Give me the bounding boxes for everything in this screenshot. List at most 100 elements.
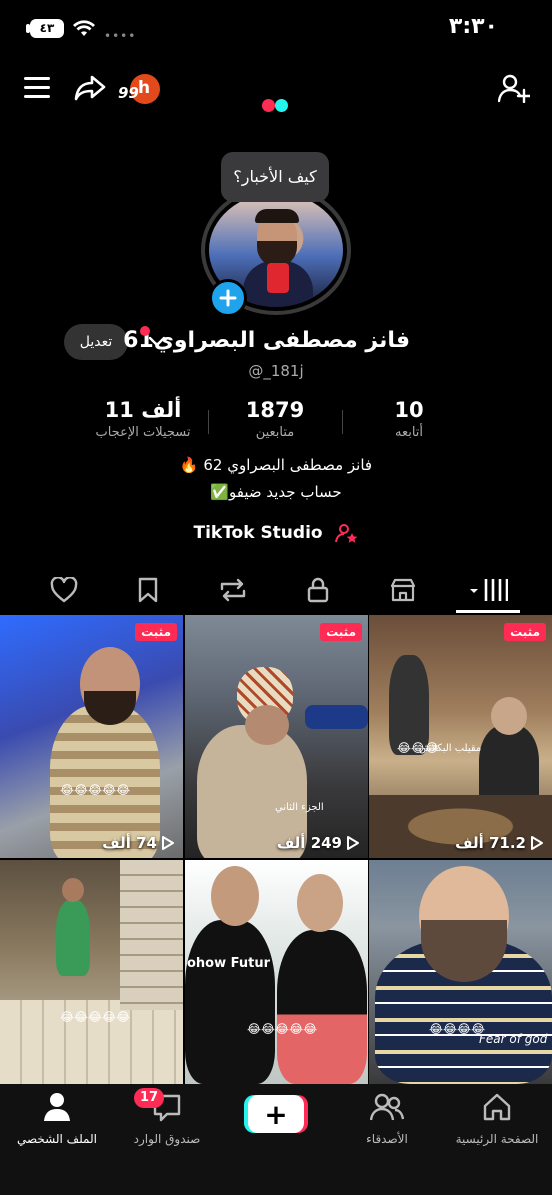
nav-label: الملف الشخصي (17, 1132, 97, 1146)
nav-home[interactable]: الصفحة الرئيسية (442, 1092, 552, 1146)
stat-value: 11 ألف (104, 398, 182, 422)
display-name: فانز مصطفى البصراوي61 (123, 328, 410, 353)
video-grid: 😂😂😂😂😂 مثبت 74 ألف الجزء الثاني مثبت 249 … (0, 615, 552, 1084)
grid-icon (470, 579, 508, 601)
studio-user-icon (334, 524, 357, 543)
tab-shop[interactable] (383, 574, 423, 606)
notification-dot (140, 326, 150, 336)
tab-saved[interactable] (128, 574, 168, 606)
thumbnail-face (245, 705, 289, 745)
overlay-text: مقيلب البكلاش (419, 743, 482, 754)
video-thumbnail[interactable]: الجزء الثاني مثبت 249 ألف (185, 615, 368, 858)
thumbnail-head (62, 878, 84, 902)
thumbnail-head (211, 866, 259, 926)
play-icon (531, 836, 543, 850)
thumbnail-head (491, 697, 527, 735)
thumbnail-figure (389, 655, 429, 755)
view-count: 74 ألف (102, 834, 175, 852)
shop-icon (390, 578, 416, 602)
share-icon[interactable] (72, 70, 108, 106)
tiktok-dots-icon (262, 99, 290, 113)
nav-label: الصفحة الرئيسية (455, 1132, 539, 1146)
studio-label: TikTok Studio (193, 523, 323, 543)
home-icon (483, 1093, 511, 1121)
battery-tip (26, 24, 30, 33)
thumbnail-figure (185, 920, 275, 1084)
view-count-text: 74 ألف (102, 834, 157, 852)
add-story-button[interactable] (209, 279, 247, 317)
edit-profile-button[interactable]: تعديل (64, 324, 128, 360)
stat-label: أتابعه (394, 425, 424, 440)
status-bar: ٤٣ •••• ٣:٣٠ (0, 0, 552, 60)
nav-profile[interactable]: الملف الشخصي (2, 1092, 112, 1146)
tab-videos[interactable] (468, 574, 508, 606)
view-count: 249 ألف (277, 834, 360, 852)
stat-value: 10 (394, 398, 424, 422)
plus-icon (219, 289, 237, 307)
menu-icon[interactable] (22, 72, 54, 104)
tab-private[interactable] (298, 574, 338, 606)
stat-followers[interactable]: 1879 متابعين (200, 398, 350, 440)
view-count: 71.2 ألف (455, 834, 544, 852)
create-button[interactable]: + (248, 1095, 304, 1133)
coins-badge[interactable]: h 99 (118, 74, 162, 106)
add-user-icon[interactable] (496, 70, 532, 106)
stat-value: 1879 (245, 398, 305, 422)
emoji-row: 😂😂😂😂 (429, 1022, 486, 1036)
thumbnail-car (305, 705, 368, 729)
stat-likes[interactable]: 11 ألف تسجيلات الإعجاب (68, 398, 218, 440)
inbox-badge: 17 (134, 1088, 165, 1108)
pinned-badge: مثبت (504, 623, 546, 641)
overlay-text: الجزء الثاني (275, 802, 324, 813)
play-icon (347, 836, 359, 850)
thumbnail-figure (277, 930, 367, 1084)
view-count-text: 71.2 ألف (455, 834, 526, 852)
status-bubble[interactable]: كيف الأخبار؟ (221, 152, 329, 202)
nav-inbox[interactable]: صندوق الوارد (112, 1092, 222, 1146)
overlay-text: Fear of god (479, 1032, 548, 1046)
bio-line: حساب جديد ضيفو✅ (210, 483, 342, 501)
repost-icon (220, 578, 246, 602)
emoji-row: 😂😂😂😂😂 (60, 783, 131, 797)
thumbnail-head (297, 874, 343, 932)
video-thumbnail[interactable]: 😂😂😂 مقيلب البكلاش مثبت 71.2 ألف (369, 615, 552, 858)
profile-tabs (0, 566, 552, 614)
bookmark-icon (138, 577, 158, 603)
thumbnail-figure (56, 900, 90, 976)
tab-liked[interactable] (44, 574, 84, 606)
nav-friends[interactable]: الأصدقاء (332, 1092, 442, 1146)
bottom-nav: الملف الشخصي صندوق الوارد + الأصدقاء الص… (0, 1084, 552, 1195)
active-tab-indicator (456, 610, 520, 613)
nav-label: صندوق الوارد (133, 1132, 201, 1146)
avatar-hair (255, 209, 299, 223)
stat-label: متابعين (255, 425, 295, 440)
wifi-icon (73, 20, 95, 36)
nav-label: الأصدقاء (366, 1132, 408, 1146)
heart-icon (50, 577, 78, 603)
video-thumbnail[interactable]: 😂😂😂😂😂 (0, 860, 183, 1084)
tiktok-studio-link[interactable]: TikTok Studio (0, 523, 552, 543)
pinned-badge: مثبت (320, 623, 362, 641)
overlay-text: ohow Futur (187, 956, 271, 971)
play-icon (162, 836, 174, 850)
tab-reposts[interactable] (213, 574, 253, 606)
profile-icon (44, 1093, 70, 1121)
name-row: تعديل فانز مصطفى البصراوي61 (0, 324, 552, 364)
username: @_181j (248, 362, 304, 380)
status-time: ٣:٣٠ (448, 14, 498, 39)
battery-indicator: ٤٣ (30, 19, 64, 38)
stat-following[interactable]: 10 أتابعه (334, 398, 484, 440)
emoji-row: 😂😂😂😂😂 (247, 1022, 318, 1036)
coin-letter: h (138, 78, 151, 98)
view-count-text: 249 ألف (276, 834, 342, 852)
emoji-row: 😂😂😂😂😂 (60, 1010, 131, 1024)
coin-count: 99 (118, 84, 139, 102)
stat-label: تسجيلات الإعجاب (95, 425, 191, 440)
thumbnail-wall (120, 860, 183, 1010)
video-thumbnail[interactable]: 😂😂😂😂 Fear of god (369, 860, 552, 1084)
pinned-badge: مثبت (135, 623, 177, 641)
video-thumbnail[interactable]: 😂😂😂😂😂 مثبت 74 ألف (0, 615, 183, 858)
video-thumbnail[interactable]: ohow Futur 😂😂😂😂😂 (185, 860, 368, 1084)
friends-icon (369, 1093, 405, 1121)
bio-line: فانز مصطفى البصراوي 62 🔥 (179, 456, 373, 474)
